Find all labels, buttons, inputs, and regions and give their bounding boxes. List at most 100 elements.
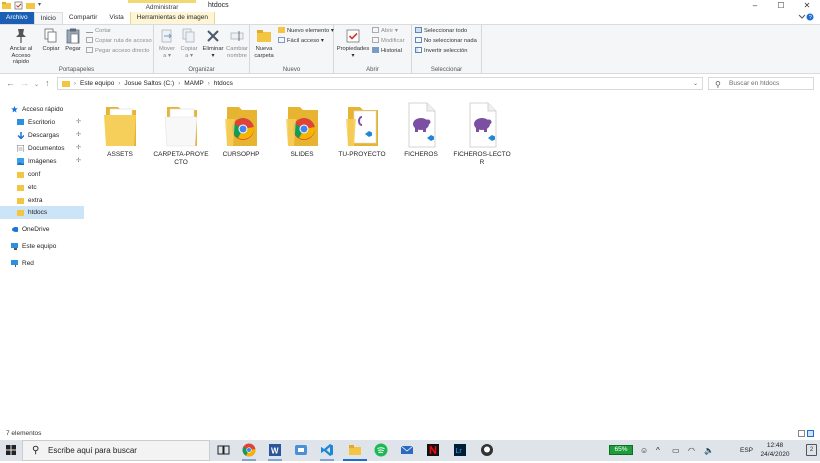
move-to-button[interactable]: Mover a ▾ (157, 28, 177, 59)
list-item-cursophp[interactable]: CURSOPHP (212, 97, 270, 159)
up-arrow-icon[interactable]: ↑ (45, 78, 50, 88)
maximize-button[interactable]: ☐ (768, 0, 794, 12)
word-icon[interactable]: W (268, 443, 282, 461)
rename-button[interactable]: Cambiar nombre (225, 28, 249, 59)
user-icon[interactable]: ☺ (640, 440, 648, 461)
paste-shortcut-button[interactable]: Pegar acceso directo (86, 47, 149, 56)
tab-compartir[interactable]: Compartir (63, 12, 104, 24)
chevron-down-icon[interactable]: ⌄ (693, 80, 698, 87)
pin-icon (16, 29, 26, 43)
tab-inicio[interactable]: Inicio (33, 12, 63, 24)
netflix-icon[interactable] (426, 443, 440, 457)
start-button[interactable] (0, 440, 22, 461)
delete-x-icon (207, 30, 219, 42)
minimize-button[interactable]: – (742, 0, 768, 12)
scissors-icon (86, 27, 93, 33)
breadcrumb-mamp[interactable]: MAMP (184, 80, 204, 87)
lightroom-icon[interactable]: Lr (453, 443, 467, 457)
delete-button[interactable]: Eliminar ▾ (202, 28, 224, 59)
teams-icon[interactable] (294, 443, 308, 457)
select-none-button[interactable]: No seleccionar nada (415, 37, 477, 46)
pin-quick-access-button[interactable]: Anclar al Acceso rápido (3, 28, 39, 66)
forward-arrow-icon[interactable]: → (20, 78, 29, 88)
details-view-icon[interactable] (798, 430, 805, 437)
copy-to-button[interactable]: Copiar a ▾ (179, 28, 199, 59)
breadcrumb-este-equipo[interactable]: Este equipo (80, 80, 114, 87)
wifi-icon[interactable]: ◠ (688, 440, 695, 461)
svg-text:W: W (271, 447, 279, 456)
clock[interactable]: 12:48 24/4/2020 (750, 441, 800, 459)
pin-icon[interactable]: ✢ (76, 142, 81, 155)
history-button[interactable]: Historial (372, 47, 402, 56)
list-item-assets[interactable]: ASSETS (91, 97, 149, 159)
invert-selection-button[interactable]: Invertir selección (415, 47, 468, 56)
large-icons-view-icon[interactable] (807, 430, 814, 437)
tab-archivo[interactable]: Archivo (0, 12, 34, 24)
sidebar-item-descargas[interactable]: Descargas ✢ (0, 129, 84, 142)
new-item-button[interactable]: Nuevo elemento ▾ (278, 27, 334, 36)
new-folder-quick-icon[interactable] (26, 1, 35, 10)
file-explorer-icon[interactable] (343, 443, 367, 461)
sidebar-item-red[interactable]: Red (0, 257, 84, 270)
folder-icon (17, 172, 24, 178)
copy-button[interactable]: Copiar (41, 28, 61, 53)
breadcrumb-drive[interactable]: Josue Saltos (C:) (124, 80, 174, 87)
sidebar-item-documentos[interactable]: Documentos ✢ (0, 142, 84, 155)
battery-icon[interactable]: ▭ (672, 440, 680, 461)
volume-icon[interactable]: 🔈 (704, 440, 714, 461)
back-arrow-icon[interactable]: ← (6, 78, 15, 88)
sidebar-item-htdocs[interactable]: htdocs (0, 206, 84, 219)
sidebar-item-onedrive[interactable]: OneDrive (0, 223, 84, 236)
new-folder-button[interactable]: Nueva carpeta (252, 28, 276, 59)
spotify-icon[interactable] (374, 443, 388, 457)
mail-icon[interactable] (400, 443, 414, 457)
github-icon[interactable] (480, 443, 494, 457)
pin-icon[interactable]: ✢ (76, 155, 81, 168)
cut-button[interactable]: Cortar (86, 27, 111, 36)
list-item-ficheros-lector[interactable]: FICHEROS-LECTOR (453, 97, 511, 167)
task-view-icon[interactable] (216, 443, 230, 457)
chevron-down-icon[interactable]: ▾ (38, 1, 44, 10)
notification-center-icon[interactable]: 2 (806, 444, 817, 456)
open-button[interactable]: Abrir ▾ (372, 27, 398, 36)
star-icon (11, 106, 18, 113)
properties-button[interactable]: Propiedades ▾ (336, 28, 370, 59)
list-item-carpeta-proyecto[interactable]: CARPETA-PROYECTO (152, 97, 210, 167)
folder-icon[interactable] (2, 1, 11, 10)
breadcrumb-htdocs[interactable]: htdocs (214, 80, 233, 87)
sidebar-item-etc[interactable]: etc (0, 181, 84, 194)
recent-locations-chevron-icon[interactable]: ⌄ (34, 80, 39, 90)
sidebar-item-conf[interactable]: conf (0, 168, 84, 181)
select-all-button[interactable]: Seleccionar todo (415, 27, 467, 36)
vscode-icon[interactable] (320, 443, 334, 461)
paste-button[interactable]: Pegar (63, 28, 83, 53)
list-item-slides[interactable]: SLIDES (273, 97, 331, 159)
list-item-ficheros[interactable]: FICHEROS (392, 97, 450, 159)
edit-button[interactable]: Modificar (372, 37, 405, 46)
download-icon (17, 132, 24, 139)
sidebar-item-acceso-rapido[interactable]: Acceso rápido (0, 103, 84, 116)
address-bar[interactable]: › Este equipo › Josue Saltos (C:) › MAMP… (57, 77, 703, 90)
search-box[interactable]: ⚲ Buscar en htdocs (708, 77, 814, 90)
copy-path-button[interactable]: Copiar ruta de acceso (86, 37, 152, 46)
battery-indicator[interactable]: 65% (609, 445, 633, 455)
window-controls: – ☐ ✕ (742, 0, 820, 12)
help-icon[interactable]: ? (798, 13, 814, 23)
sidebar-item-escritorio[interactable]: Escritorio ✢ (0, 116, 84, 129)
properties-icon[interactable] (14, 1, 23, 10)
sidebar-item-imagenes[interactable]: Imágenes ✢ (0, 155, 84, 168)
chrome-icon[interactable] (242, 443, 256, 461)
pin-icon[interactable]: ✢ (76, 129, 81, 142)
sidebar-item-este-equipo[interactable]: Este equipo (0, 240, 84, 253)
tab-vista[interactable]: Vista (103, 12, 129, 24)
group-abrir: Propiedades ▾ Abrir ▾ Modificar Historial… (334, 25, 412, 74)
close-button[interactable]: ✕ (794, 0, 820, 12)
tab-herramientas-imagen[interactable]: Herramientas de imagen (129, 12, 215, 24)
taskbar-search-input[interactable]: ⚲ Escribe aquí para buscar (22, 440, 210, 461)
computer-icon (11, 243, 18, 250)
pin-icon[interactable]: ✢ (76, 116, 81, 129)
list-item-tu-proyecto[interactable]: TU-PROYECTO (333, 97, 391, 159)
tray-chevron-icon[interactable]: ^ (656, 440, 660, 461)
view-switcher (798, 430, 814, 437)
easy-access-button[interactable]: Fácil acceso ▾ (278, 37, 324, 46)
